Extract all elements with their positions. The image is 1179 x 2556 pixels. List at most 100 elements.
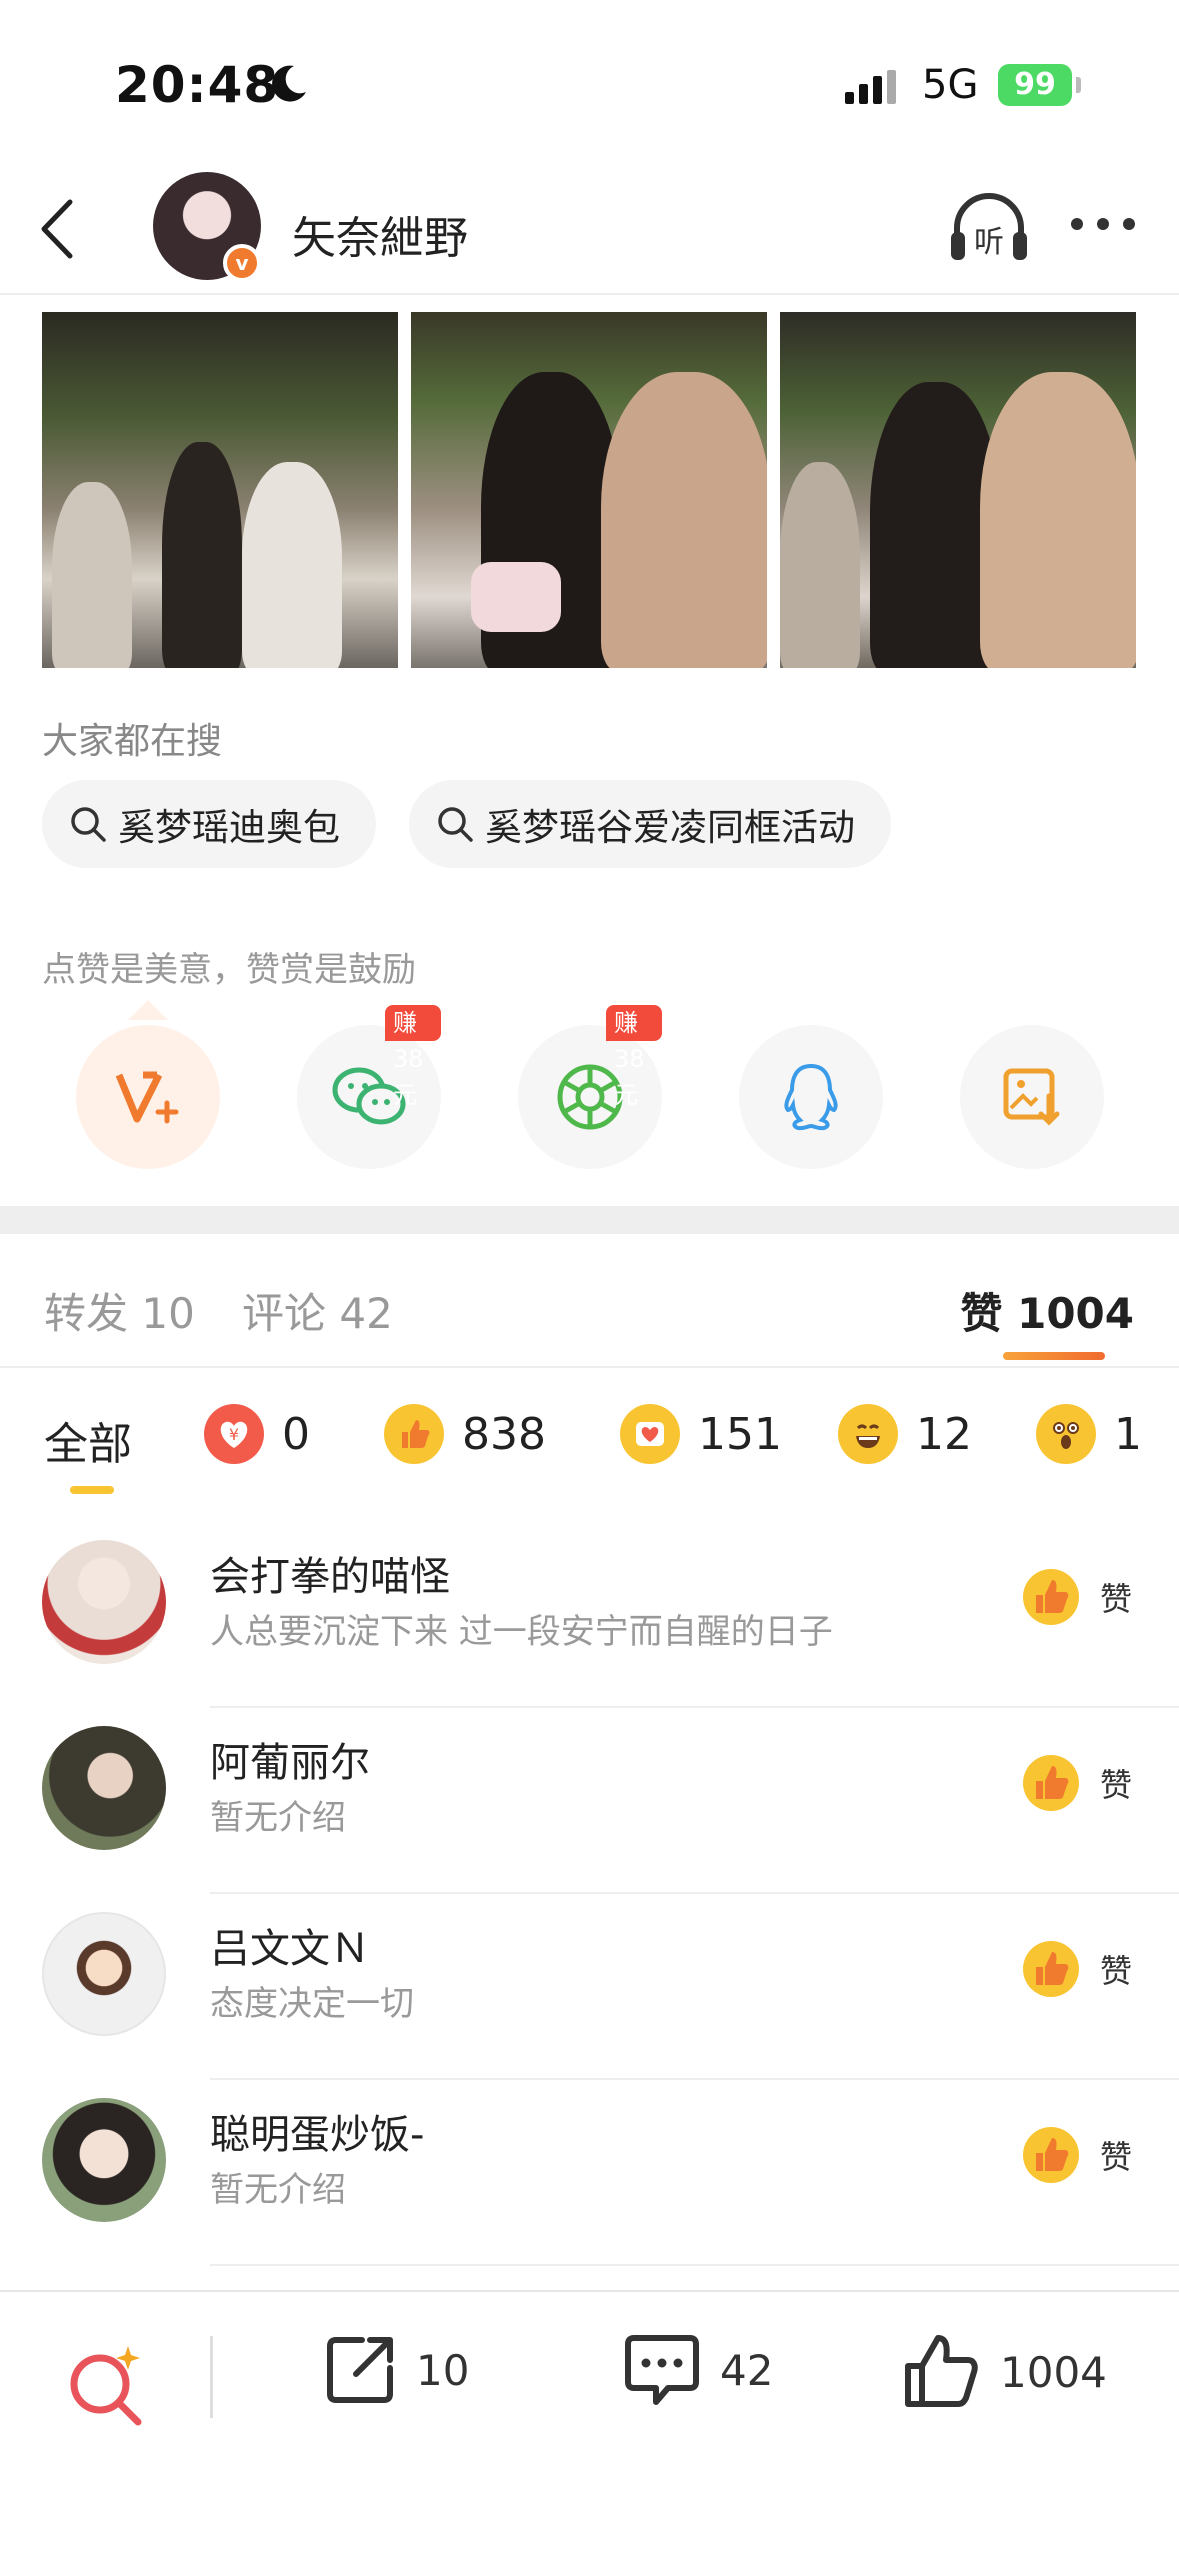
share-qq-button[interactable]	[739, 1025, 883, 1169]
avatar[interactable]	[42, 2098, 166, 2222]
repost-button[interactable]: 10	[322, 2332, 469, 2408]
heart-count: 151	[698, 1408, 782, 1460]
post-photo[interactable]	[411, 312, 767, 668]
earn-badge: 赚38元	[385, 1005, 441, 1109]
like-count: 1004	[1000, 2347, 1107, 2397]
user-name[interactable]: 聪明蛋炒饭-	[210, 2102, 424, 2160]
thumb-like-icon	[1023, 1569, 1079, 1625]
thumb-like-icon	[1023, 1941, 1079, 1997]
status-bar: 20:48 5G 99	[0, 0, 1179, 160]
battery-tip	[1076, 77, 1081, 93]
save-image-icon	[1003, 1068, 1060, 1126]
user-bio: 人总要沉淀下来 过一段安宁而自醒的日子	[210, 1612, 833, 1652]
thumb-like-icon	[1023, 2127, 1079, 2183]
list-item[interactable]: 聪明蛋炒饭- 暂无介绍 赞	[0, 2080, 1179, 2266]
svg-text:听: 听	[974, 225, 1004, 260]
battery-indicator: 99	[998, 64, 1072, 106]
chevron-left-icon[interactable]	[30, 194, 90, 264]
user-bio: 暂无介绍	[210, 2170, 346, 2210]
list-item[interactable]: 阿葡丽尔 暂无介绍 赞	[0, 1708, 1179, 1894]
signal-icon	[845, 70, 896, 104]
post-photo-grid	[42, 312, 1137, 668]
clock: 20:48	[115, 56, 280, 114]
tab-like[interactable]: 赞 1004	[960, 1280, 1134, 1341]
repost-icon	[327, 2337, 393, 2403]
ai-search-icon[interactable]	[62, 2340, 152, 2430]
search-icon	[71, 807, 106, 842]
avatar[interactable]	[42, 1912, 166, 2036]
svg-text:¥: ¥	[229, 1425, 239, 1444]
v-plus-icon	[115, 1071, 179, 1124]
post-photo[interactable]	[780, 312, 1136, 668]
list-item[interactable]: 吕文文Ｎ 态度决定一切 赞	[0, 1894, 1179, 2080]
search-chip[interactable]: 奚梦瑶迪奥包	[42, 780, 376, 868]
avatar[interactable]	[42, 1726, 166, 1850]
thumb-count: 838	[462, 1408, 546, 1460]
comment-button[interactable]: 42	[622, 2332, 773, 2408]
search-icon	[438, 807, 473, 842]
filter-thumb[interactable]: 838	[384, 1404, 546, 1464]
search-chip[interactable]: 奚梦瑶谷爱凌同框活动	[409, 780, 891, 868]
filter-all[interactable]: 全部	[44, 1408, 132, 1472]
tab-repost[interactable]: 转发 10	[44, 1280, 195, 1341]
row-divider	[210, 2264, 1179, 2266]
save-image-button[interactable]	[960, 1025, 1104, 1169]
laugh-count: 12	[916, 1408, 972, 1460]
laugh-emoji-icon	[838, 1404, 898, 1464]
more-icon[interactable]	[1068, 204, 1138, 244]
thumbs-up-icon	[905, 2335, 978, 2407]
like-label: 赞	[1100, 1580, 1133, 1618]
search-chip-label: 奚梦瑶谷爱凌同框活动	[485, 806, 855, 849]
user-name[interactable]: 会打拳的喵怪	[210, 1544, 450, 1602]
author-name[interactable]: 矢奈紲野	[292, 202, 468, 266]
tab-comment[interactable]: 评论 42	[242, 1280, 393, 1341]
comment-icon	[625, 2335, 699, 2405]
thumb-emoji-icon	[384, 1404, 444, 1464]
surprise-count: 1	[1114, 1408, 1142, 1460]
interaction-tabs: 转发 10 评论 42 赞 1004	[0, 1234, 1179, 1368]
trending-search-title: 大家都在搜	[42, 721, 223, 762]
list-item[interactable]: 会打拳的喵怪 人总要沉淀下来 过一段安宁而自醒的日子 赞	[0, 1522, 1179, 1708]
active-tab-indicator	[1003, 1352, 1105, 1360]
active-filter-indicator	[70, 1486, 114, 1494]
surprise-emoji-icon	[1036, 1404, 1096, 1464]
earn-badge: 赚38元	[606, 1005, 662, 1109]
user-bio: 暂无介绍	[210, 1798, 346, 1838]
reward-button[interactable]	[76, 1025, 220, 1169]
user-name[interactable]: 阿葡丽尔	[210, 1730, 370, 1788]
filter-heart[interactable]: 151	[620, 1404, 782, 1464]
listen-button[interactable]: 听	[947, 188, 1031, 268]
network-label: 5G	[922, 62, 979, 108]
share-row: 赚38元 赚38元	[0, 1005, 1179, 1175]
qq-icon	[784, 1063, 838, 1131]
pointer-triangle	[128, 1000, 168, 1020]
like-label: 赞	[1100, 1766, 1133, 1804]
like-label: 赞	[1100, 1952, 1133, 1990]
thumb-like-icon	[1023, 1755, 1079, 1811]
filter-laugh[interactable]: 12	[838, 1404, 972, 1464]
avatar[interactable]	[42, 1540, 166, 1664]
heart-emoji-icon	[620, 1404, 680, 1464]
user-bio: 态度决定一切	[210, 1984, 414, 2024]
search-chip-label: 奚梦瑶迪奥包	[118, 806, 340, 849]
moon-icon	[272, 65, 306, 102]
filter-reward[interactable]: ¥ 0	[204, 1404, 310, 1464]
comment-count: 42	[720, 2345, 774, 2395]
share-wechat-button[interactable]: 赚38元	[297, 1005, 441, 1169]
share-moments-button[interactable]: 赚38元	[518, 1005, 662, 1169]
verified-badge: v	[223, 244, 261, 282]
filter-surprise[interactable]: 1	[1036, 1404, 1142, 1464]
post-photo[interactable]	[42, 312, 398, 668]
top-nav: v 矢奈紲野 听	[0, 160, 1179, 295]
headphones-icon: 听	[951, 193, 1027, 260]
bar-divider	[210, 2336, 213, 2418]
user-name[interactable]: 吕文文Ｎ	[210, 1916, 370, 1974]
reaction-filter-bar: 全部 ¥ 0 838 151 12 1	[0, 1368, 1179, 1508]
like-button[interactable]: 1004	[902, 2332, 1107, 2412]
reward-emoji-icon: ¥	[204, 1404, 264, 1464]
reward-prompt: 点赞是美意，赞赏是鼓励	[42, 950, 416, 990]
like-label: 赞	[1100, 2138, 1133, 2176]
reward-count: 0	[282, 1408, 310, 1460]
section-divider	[0, 1206, 1179, 1234]
bottom-action-bar: 10 42 1004	[0, 2290, 1179, 2556]
